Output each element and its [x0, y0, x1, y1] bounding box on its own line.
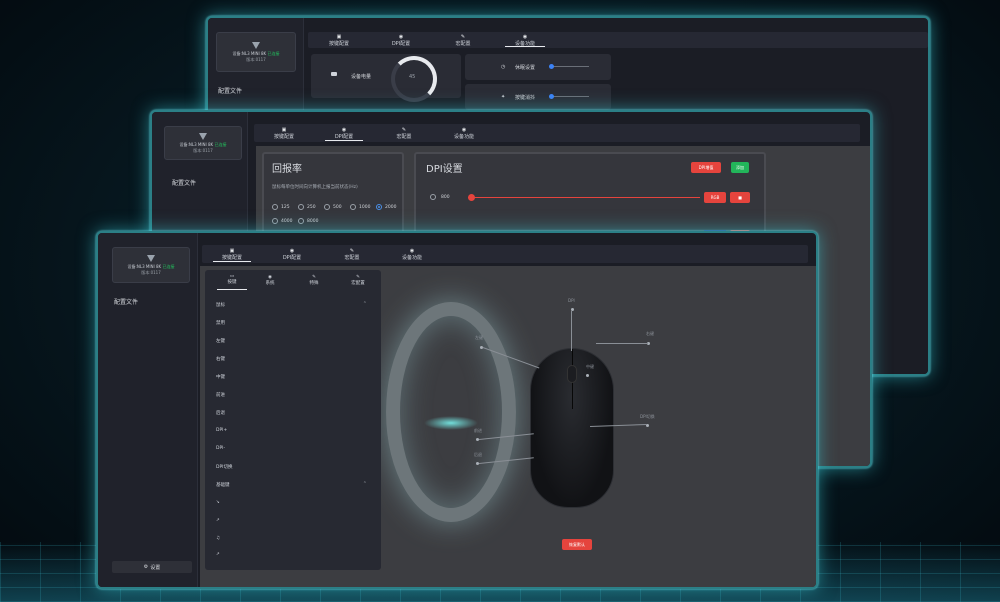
menu-item-basic-2[interactable]: ↗ [216, 518, 220, 523]
tab-device-functions[interactable]: ◉ 设备功能 [434, 124, 494, 142]
battery-panel: 设备电量 45 [311, 54, 461, 102]
add-button[interactable]: 添加 [731, 162, 749, 173]
section-mouse[interactable]: 鼠标 [216, 302, 225, 308]
sleep-panel: ◷ 休眠设置 [465, 54, 611, 80]
menu-item-left[interactable]: 左键 [216, 338, 225, 344]
restore-default-button[interactable]: 恢复默认 [562, 539, 592, 550]
polling-1000-radio[interactable] [350, 204, 356, 210]
rgb-button[interactable]: RGB [704, 192, 726, 203]
tab-dpi-config[interactable]: ◉ DPI配置 [262, 245, 322, 263]
polling-2000-radio[interactable] [376, 204, 382, 210]
battery-icon [331, 72, 337, 76]
tab-device-functions[interactable]: ◉ 设备功能 [494, 32, 556, 48]
dpi-slider[interactable] [468, 194, 700, 201]
brand-glow-center [424, 416, 478, 430]
battery-gauge: 45 [391, 56, 437, 102]
menu-item-basic-3[interactable]: ♫ [216, 536, 220, 541]
middle-button-marker [586, 374, 589, 377]
sleep-slider[interactable] [549, 64, 589, 69]
tab-macro-config[interactable]: ✎ 宏配置 [374, 124, 434, 142]
logo-icon [147, 254, 155, 262]
menu-item-dpi-minus[interactable]: DPI- [216, 446, 225, 451]
dpi-title: DPI设置 [426, 164, 463, 175]
tab-dpi-config[interactable]: ◉ DPI配置 [314, 124, 374, 142]
polling-500-radio[interactable] [324, 204, 330, 210]
menu-item-basic-1[interactable]: ↘ [216, 500, 220, 505]
menu-item-right[interactable]: 右键 [216, 356, 225, 362]
menu-item-basic-4[interactable]: ↗ [216, 552, 220, 557]
dpi-increase-button[interactable]: DPI增值 [691, 162, 721, 173]
polling-desc: 鼠标每单位时间向计算机上报当前状态(Hz) [272, 185, 358, 190]
battery-label: 设备电量 [351, 74, 372, 80]
settings-button[interactable]: ⚙ 设置 [112, 561, 192, 573]
profile-title: 配置文件 [114, 299, 139, 306]
logo-icon [199, 132, 207, 140]
polling-8000-radio[interactable] [298, 218, 304, 224]
tab-key-config[interactable]: ▣ 按键配置 [308, 32, 370, 48]
menu-item-middle[interactable]: 中键 [216, 374, 225, 380]
device-card[interactable]: 设备:NL3 MINI 8K 已连接 版本:0117 [164, 126, 242, 160]
menu-item-forward[interactable]: 前进 [216, 392, 225, 398]
mouse-image [530, 348, 614, 508]
menu-item-dpi-plus[interactable]: DPI+ [216, 428, 227, 433]
menu-item-back[interactable]: 后退 [216, 410, 225, 416]
debounce-slider[interactable] [549, 94, 589, 99]
menu-tab-special[interactable]: ✎ 特殊 [299, 270, 329, 290]
chevron-up-icon[interactable]: ⌃ [363, 301, 367, 307]
profile-title: 配置文件 [172, 180, 197, 187]
menu-tab-system[interactable]: ◉ 系统 [255, 270, 285, 290]
polling-250-radio[interactable] [298, 204, 304, 210]
tab-bar: ▣ 按键配置 ◉ DPI配置 ✎ 宏配置 ◉ 设备功能 [202, 245, 808, 263]
gear-icon: ⚙ [143, 564, 149, 570]
menu-tab-keys[interactable]: ▭ 按键 [217, 270, 247, 290]
tab-bar: ▣ 按键配置 ◉ DPI配置 ✎ 宏配置 ◉ 设备功能 [254, 124, 860, 142]
polling-125-radio[interactable] [272, 204, 278, 210]
debounce-panel: ✦ 按键消抖 [465, 84, 611, 110]
tab-bar: ▣ 按键配置 ◉ DPI配置 ✎ 宏配置 ◉ 设备功能 [308, 32, 928, 48]
trash-icon: ■ [738, 195, 742, 200]
tab-dpi-config[interactable]: ◉ DPI配置 [370, 32, 432, 48]
tab-key-config[interactable]: ▣ 按键配置 [254, 124, 314, 142]
section-basic-keys[interactable]: 基础键 [216, 482, 230, 488]
menu-item-dpi-switch[interactable]: DPI切换 [216, 464, 233, 470]
logo-icon [252, 41, 260, 49]
tab-macro-config[interactable]: ✎ 宏配置 [322, 245, 382, 263]
dpi-row-radio[interactable] [430, 194, 436, 200]
tab-macro-config[interactable]: ✎ 宏配置 [432, 32, 494, 48]
menu-tab-macro[interactable]: ✎ 宏配置 [343, 270, 373, 290]
device-card[interactable]: 设备:NL3 MINI 8K 已连接 版本:0117 [216, 32, 296, 72]
chevron-up-icon[interactable]: ⌃ [363, 481, 367, 487]
tab-key-config[interactable]: ▣ 按键配置 [202, 245, 262, 263]
clock-icon: ◷ [501, 64, 506, 70]
debounce-icon: ✦ [501, 94, 506, 100]
sidebar: 设备:NL3 MINI 8K 已连接 版本:0117 配置文件 ⚙ 设置 [98, 233, 198, 587]
polling-title: 回报率 [272, 164, 302, 175]
brand-glow-icon [386, 302, 516, 522]
delete-button[interactable]: ■ [730, 192, 750, 203]
tab-device-functions[interactable]: ◉ 设备功能 [382, 245, 442, 263]
device-card[interactable]: 设备:NL3 MINI 8K 已连接 版本:0117 [112, 247, 190, 283]
profile-title: 配置文件 [218, 88, 243, 95]
key-function-list: ▭ 按键 ◉ 系统 ✎ 特殊 ✎ 宏配置 鼠标 ⌃ 禁用 左键 右键 中键 前进 后退 … [205, 270, 381, 570]
menu-item-disable[interactable]: 禁用 [216, 320, 225, 326]
polling-4000-radio[interactable] [272, 218, 278, 224]
